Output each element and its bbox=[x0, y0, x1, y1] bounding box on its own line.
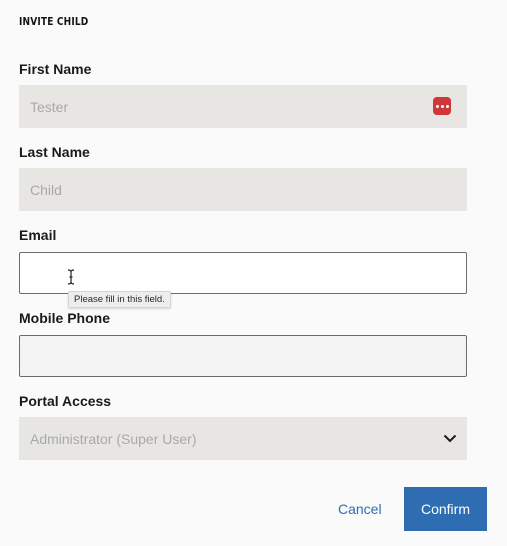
email-field[interactable] bbox=[19, 252, 467, 294]
mobile-phone-field[interactable] bbox=[19, 335, 467, 377]
validation-tooltip: Please fill in this field. bbox=[68, 291, 171, 308]
confirm-button[interactable]: Confirm bbox=[404, 487, 487, 531]
chevron-down-icon bbox=[443, 434, 457, 443]
last-name-value: Child bbox=[30, 181, 62, 198]
text-cursor-icon bbox=[67, 269, 75, 285]
password-manager-icon[interactable] bbox=[433, 97, 451, 115]
last-name-label: Last Name bbox=[19, 144, 90, 160]
portal-access-label: Portal Access bbox=[19, 393, 112, 409]
mobile-phone-label: Mobile Phone bbox=[19, 310, 110, 326]
portal-access-selected: Administrator (Super User) bbox=[30, 430, 197, 447]
email-label: Email bbox=[19, 227, 57, 243]
first-name-label: First Name bbox=[19, 61, 92, 77]
first-name-value: Tester bbox=[30, 98, 69, 115]
last-name-field: Child bbox=[19, 168, 467, 211]
modal-title: INVITE CHILD bbox=[19, 15, 89, 28]
cancel-button[interactable]: Cancel bbox=[338, 501, 382, 517]
portal-access-select[interactable]: Administrator (Super User) bbox=[19, 417, 467, 460]
first-name-field: Tester bbox=[19, 85, 467, 128]
